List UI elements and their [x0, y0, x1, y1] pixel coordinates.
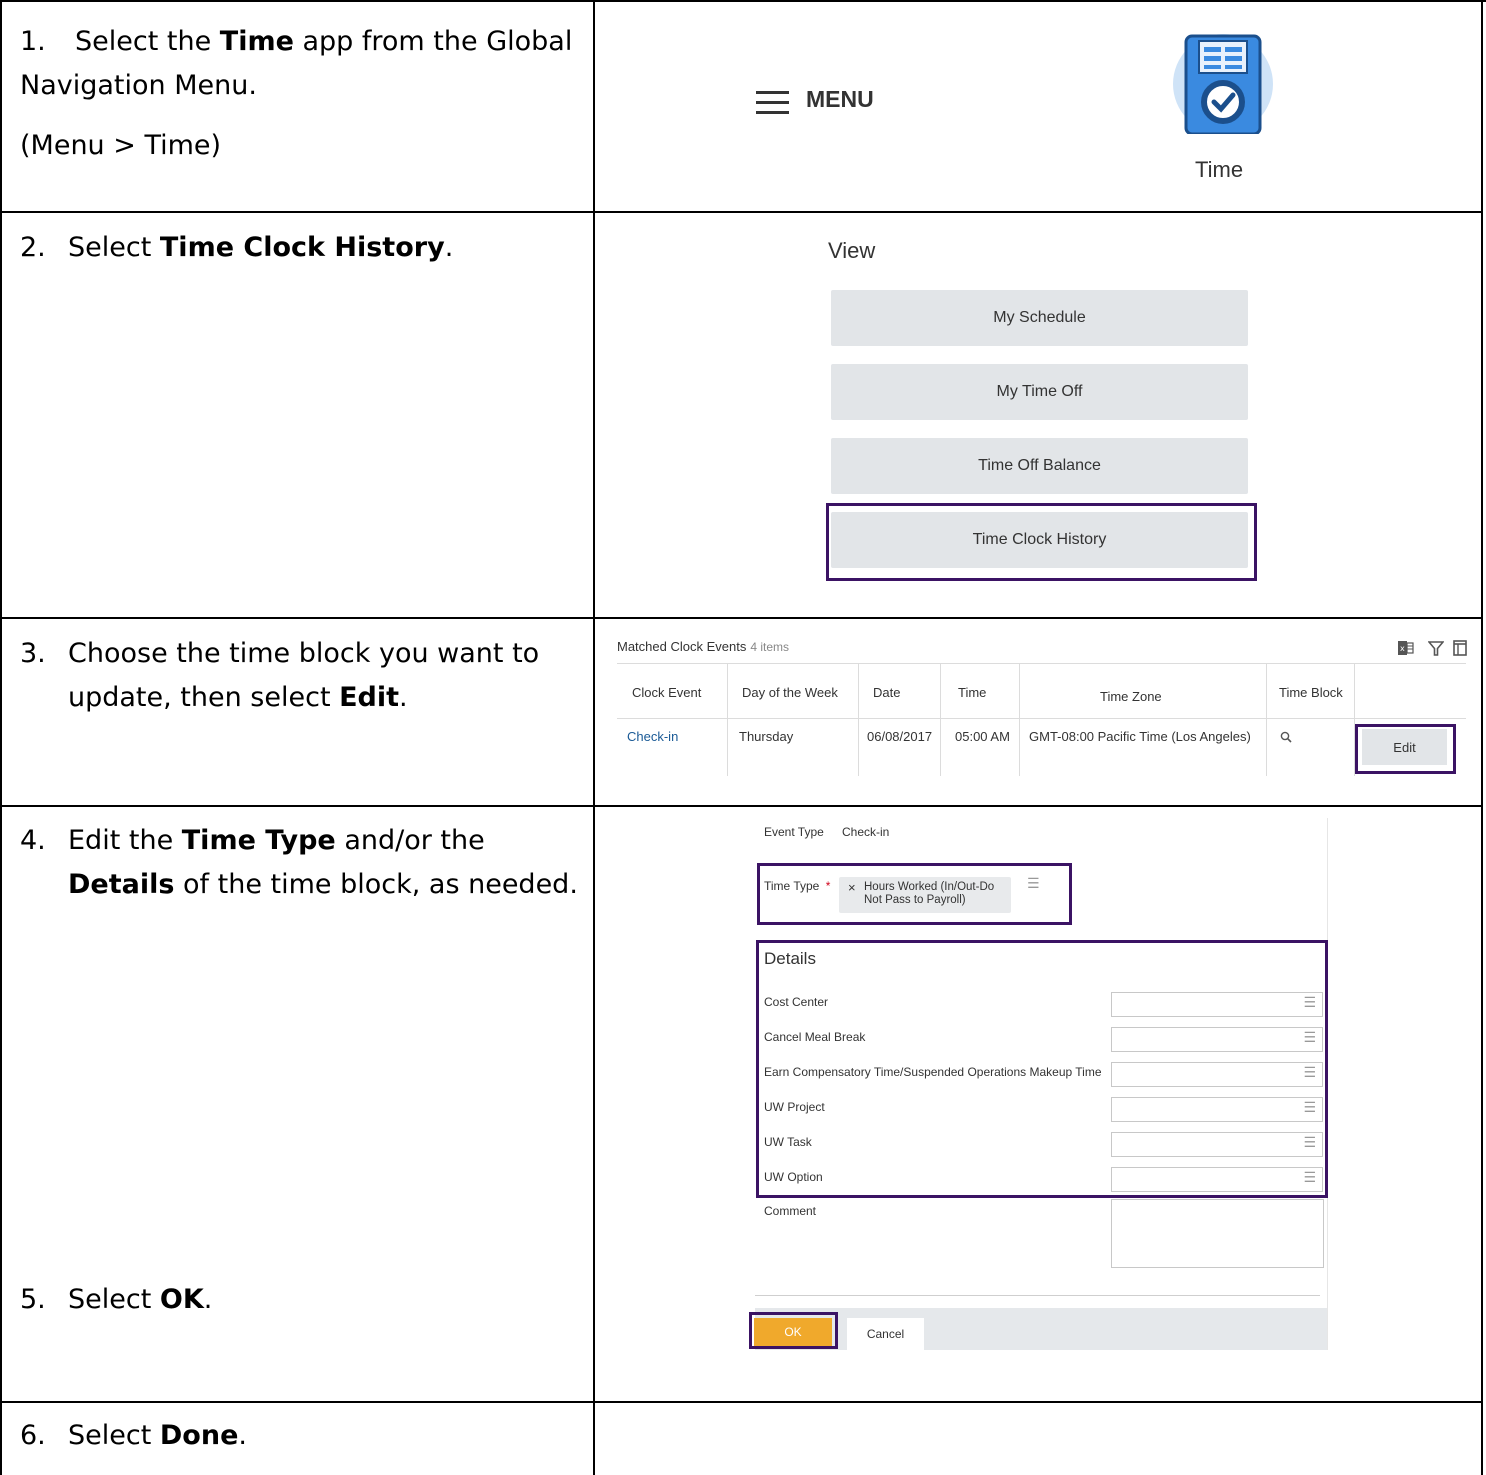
svg-text:x: x	[1400, 644, 1405, 653]
step-keyword: Edit	[339, 682, 400, 713]
table-row-divider	[0, 617, 1483, 619]
table-column-divider	[593, 0, 595, 1475]
highlight-box	[757, 863, 1072, 925]
column-divider	[858, 663, 859, 776]
step-number: 4.	[20, 825, 46, 856]
step-keyword: Time Type	[181, 825, 336, 856]
step-keyword: Time Clock History	[159, 232, 445, 263]
column-divider	[1266, 663, 1267, 776]
column-header-time[interactable]: Time	[958, 664, 986, 720]
step-1-path: (Menu > Time)	[20, 130, 222, 161]
comment-field[interactable]	[1111, 1199, 1324, 1268]
step-6: 6. Select Done.	[20, 1414, 580, 1458]
search-icon[interactable]	[1280, 731, 1292, 743]
column-divider	[940, 663, 941, 776]
column-divider	[727, 663, 728, 776]
menu-label[interactable]: MENU	[806, 86, 874, 113]
table-row-divider	[0, 211, 1483, 213]
filter-icon[interactable]	[1428, 640, 1444, 656]
form-action-bar	[755, 1308, 1327, 1350]
cell-day: Thursday	[739, 729, 794, 744]
step-4: 4. Edit the Time Type and/or the Details …	[20, 819, 580, 907]
step-number: 1.	[20, 26, 46, 57]
column-divider	[1019, 663, 1020, 776]
step-number: 3.	[20, 638, 46, 669]
step-number: 6.	[20, 1420, 46, 1451]
step-keyword: Done	[159, 1420, 239, 1451]
column-header-day[interactable]: Day of the Week	[742, 664, 838, 720]
clock-event-link[interactable]: Check-in	[627, 729, 678, 744]
form-divider	[755, 1295, 1320, 1296]
column-header-date[interactable]: Date	[873, 664, 900, 720]
step-5: 5. Select OK.	[20, 1278, 580, 1322]
time-app-label[interactable]: Time	[1195, 157, 1243, 183]
highlight-box	[826, 503, 1257, 581]
highlight-box	[1355, 724, 1456, 774]
step-3: 3. Choose the time block you want to upda…	[20, 632, 580, 720]
column-header-time-block[interactable]: Time Block	[1279, 664, 1343, 720]
table-border-left	[0, 0, 2, 1475]
hamburger-menu-icon[interactable]	[756, 91, 789, 121]
event-type-label: Event Type	[764, 825, 824, 839]
event-type-value: Check-in	[842, 825, 890, 839]
comment-label: Comment	[764, 1204, 817, 1218]
column-icon[interactable]	[1453, 640, 1467, 656]
step-number: 5.	[20, 1284, 46, 1315]
highlight-box	[756, 940, 1328, 1198]
time-clock-app-icon[interactable]	[1173, 34, 1273, 134]
step-keyword: Time	[219, 26, 294, 57]
my-time-off-button[interactable]: My Time Off	[831, 364, 1248, 420]
view-heading: View	[828, 238, 876, 263]
highlight-box	[749, 1312, 838, 1349]
table-row-divider	[0, 1401, 1483, 1403]
step-keyword: Details	[68, 869, 175, 900]
time-off-balance-button[interactable]: Time Off Balance	[831, 438, 1248, 494]
column-header-clock-event[interactable]: Clock Event	[632, 664, 701, 720]
excel-export-icon[interactable]: x	[1398, 640, 1414, 656]
item-count: 4 items	[750, 640, 790, 654]
step-2: 2. Select Time Clock History.	[20, 226, 580, 270]
cell-time-zone: GMT-08:00 Pacific Time (Los Angeles)	[1029, 729, 1251, 744]
step-number: 2.	[20, 232, 46, 263]
table-border-top	[0, 0, 1486, 2]
cell-time: 05:00 AM	[955, 729, 1010, 744]
table-border-right	[1481, 0, 1483, 1475]
table-title: Matched Clock Events 4 items	[617, 639, 790, 654]
column-header-time-zone[interactable]: Time Zone	[1100, 668, 1162, 724]
cancel-button[interactable]: Cancel	[847, 1318, 924, 1350]
step-keyword: OK	[159, 1284, 204, 1315]
table-row-divider	[0, 805, 1483, 807]
cell-date: 06/08/2017	[867, 729, 933, 744]
my-schedule-button[interactable]: My Schedule	[831, 290, 1248, 346]
step-1: 1. Select the Time app from the Global Na…	[20, 20, 580, 108]
